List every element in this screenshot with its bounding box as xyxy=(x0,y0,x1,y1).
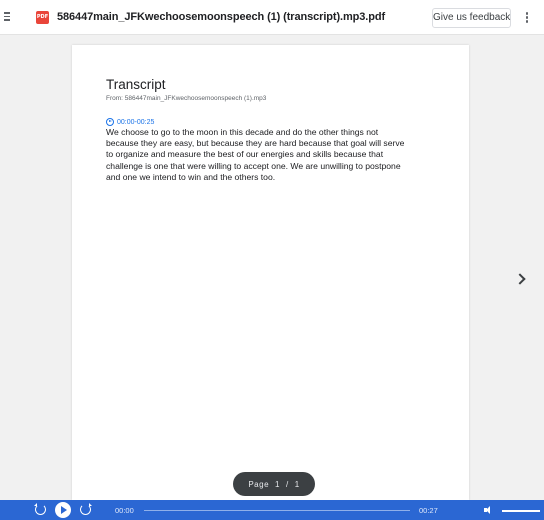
chevron-right-icon[interactable] xyxy=(514,272,528,286)
timestamp-text: 00:00-00:25 xyxy=(117,118,155,126)
fast-forward-icon[interactable] xyxy=(80,503,92,515)
total-pages: 1 xyxy=(294,479,300,489)
page-label: Page xyxy=(248,479,270,489)
timestamp-link[interactable]: 00:00-00:25 xyxy=(106,118,154,126)
volume-icon[interactable] xyxy=(484,506,493,514)
total-time: 00:27 xyxy=(419,506,438,515)
current-page: 1 xyxy=(275,479,280,489)
document-page: Transcript From: 586447main_JFKwechoosem… xyxy=(72,45,469,500)
top-bar: PDF 586447main_JFKwechoosemoonspeech (1)… xyxy=(0,0,544,35)
page-separator: / xyxy=(285,479,289,489)
play-button[interactable] xyxy=(55,502,71,518)
page-title: Transcript xyxy=(106,77,166,92)
audio-player-bar: 00:00 00:27 xyxy=(0,500,544,520)
file-name: 586447main_JFKwechoosemoonspeech (1) (tr… xyxy=(57,11,386,23)
volume-slider[interactable] xyxy=(502,510,540,512)
more-options-icon[interactable] xyxy=(525,12,529,24)
pdf-file-icon: PDF xyxy=(36,11,49,24)
menu-icon[interactable] xyxy=(4,12,10,22)
page-indicator: Page 1 / 1 xyxy=(233,472,315,496)
source-file-label: From: 586447main_JFKwechoosemoonspeech (… xyxy=(106,95,267,102)
current-time: 00:00 xyxy=(115,506,134,515)
rewind-icon[interactable] xyxy=(34,503,46,515)
play-circle-icon xyxy=(106,118,114,126)
seek-slider[interactable] xyxy=(144,510,410,511)
transcript-text: We choose to go to the moon in this deca… xyxy=(106,127,405,182)
feedback-button[interactable]: Give us feedback xyxy=(432,8,511,28)
